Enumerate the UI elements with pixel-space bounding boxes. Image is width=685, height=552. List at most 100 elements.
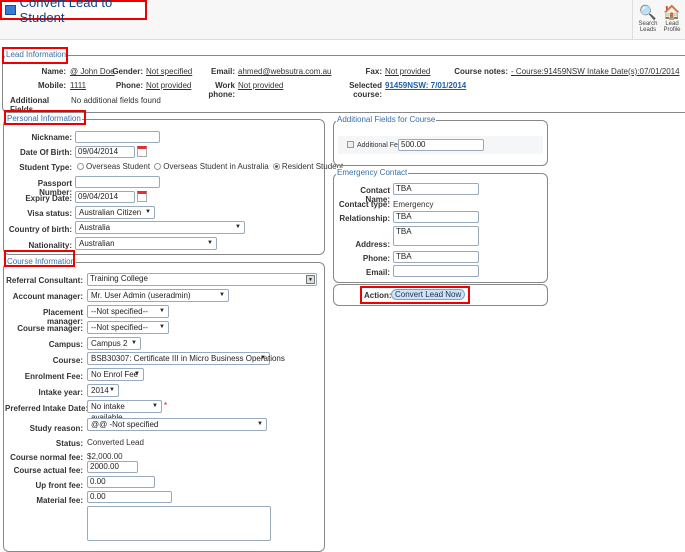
addfields-fee-l-text: Additional Fee xyxy=(357,142,402,149)
contact-name-input[interactable]: TBA xyxy=(393,183,479,195)
radio-resident[interactable] xyxy=(272,163,280,171)
campus-select[interactable]: Campus 2 xyxy=(87,337,141,350)
lead-selcourse-l-text: Selected course: xyxy=(349,81,382,99)
gender-value[interactable]: Not specified xyxy=(146,67,192,76)
normal-fee-value: $2,000.00 xyxy=(87,452,123,461)
personal-type-l-text: Student Type: xyxy=(19,163,72,172)
placement-manager-select[interactable]: --Not specified-- xyxy=(87,305,169,318)
material-fee-input[interactable]: 0.00 xyxy=(87,491,172,503)
course-select[interactable]: BSB30307: Certificate III in Micro Busin… xyxy=(87,352,285,365)
decor xyxy=(4,250,75,267)
course-course-l-text: Course: xyxy=(52,356,83,365)
personal-types-1-text: Overseas Student in Australia xyxy=(163,162,269,171)
course-referral-text: Training College xyxy=(90,274,148,283)
selected-course-link[interactable]: 91459NSW: 7/01/2014 xyxy=(385,81,466,90)
course-reason-l-text: Study reason: xyxy=(29,424,83,433)
work-phone-value[interactable]: Not provided xyxy=(238,81,283,90)
fax-value[interactable]: Not provided xyxy=(385,67,430,76)
nationality-select[interactable]: Australian xyxy=(75,237,217,250)
personal-types-0-text: Overseas Student xyxy=(86,162,151,171)
search-leads-button[interactable]: 🔍 Search Leads xyxy=(636,4,660,33)
special-conditions-textarea[interactable] xyxy=(87,506,271,541)
upfront-fee-input[interactable]: 0.00 xyxy=(87,476,155,488)
required-marker: * xyxy=(164,401,168,410)
personal-visa-l-text: Visa status: xyxy=(27,209,72,218)
course-year-l-text: Intake year: xyxy=(38,388,83,397)
phone-input[interactable]: TBA xyxy=(393,251,479,263)
emergency-phone-l-text: Phone: xyxy=(362,254,390,263)
course-actual-l-text: Course actual fee: xyxy=(13,466,83,475)
mobile-value[interactable]: 1111 xyxy=(70,81,86,90)
page-title: Convert Lead to Student xyxy=(0,0,147,25)
intake-year-select[interactable]: 2014 xyxy=(87,384,119,397)
emergency-rel-l-text: Relationship: xyxy=(339,214,390,223)
course-pref-l-text: Preferred Intake Date: xyxy=(5,404,89,413)
lead-profile-button[interactable]: 🏠 Lead Profile xyxy=(660,4,684,33)
contact-type-value: Emergency xyxy=(393,200,434,209)
personal-country-l-text: Country of birth: xyxy=(8,225,72,234)
visa-status-select[interactable]: Australian Citizen xyxy=(75,206,155,219)
study-reason-select[interactable]: @@ -Not specified xyxy=(87,418,267,431)
monitor-icon xyxy=(5,5,16,15)
email-input[interactable] xyxy=(393,265,479,277)
course-account-l-text: Account manager: xyxy=(12,292,83,301)
action-label-text: Action: xyxy=(364,291,392,300)
lead-email-l-text: Email: xyxy=(210,67,235,76)
personal-nickname-l-text: Nickname: xyxy=(31,133,72,142)
student-type-radios: Overseas Student Overseas Student in Aus… xyxy=(75,162,343,171)
lead-notes-l-text: Course notes: xyxy=(454,67,508,76)
header-title-text: Convert Lead to Student xyxy=(19,0,113,25)
enrolment-fee-select[interactable]: No Enrol Fee xyxy=(87,368,144,381)
lead-gender-l-text: Gender: xyxy=(112,67,143,76)
lead-fax-l-text: Fax: xyxy=(365,67,382,76)
country-of-birth-select[interactable]: Australia xyxy=(75,221,245,234)
additional-fee-checkbox[interactable] xyxy=(347,141,354,148)
lead-phone-l-text: Phone: xyxy=(115,81,143,90)
course-material-l-text: Material fee: xyxy=(36,496,83,505)
address-textarea[interactable]: TBA xyxy=(393,226,479,246)
radio-overseas-in-australia[interactable] xyxy=(154,163,162,171)
status-value: Converted Lead xyxy=(87,438,144,447)
date-of-birth-input[interactable]: 09/04/2014 xyxy=(75,146,135,158)
lead-name-l-text: Name: xyxy=(41,67,66,76)
calendar-icon[interactable] xyxy=(137,191,147,202)
lead-name-link[interactable]: @ John Doe xyxy=(70,67,115,76)
course-campus-l-text: Campus: xyxy=(48,340,83,349)
lead-mobile-l-text: Mobile: xyxy=(38,81,66,90)
emergency-type-l-text: Contact type: xyxy=(338,200,390,209)
decor xyxy=(2,47,68,64)
nickname-input[interactable] xyxy=(75,131,160,143)
house-icon: 🏠 xyxy=(663,4,681,20)
course-status-l-text: Status: xyxy=(55,439,83,448)
magnifier-icon: 🔍 xyxy=(639,4,657,20)
preferred-intake-select[interactable]: No intake available xyxy=(87,400,162,422)
email-link[interactable]: ahmed@websutra.com.au xyxy=(238,67,332,76)
header-tools-1-label2-text: Profile xyxy=(663,27,681,33)
account-manager-select[interactable]: Mr. User Admin (useradmin) xyxy=(87,289,229,302)
radio-overseas[interactable] xyxy=(77,163,84,171)
relationship-input[interactable]: TBA xyxy=(393,211,479,223)
dropdown-icon: ▼ xyxy=(306,275,315,284)
additional-fee-input[interactable]: 500.00 xyxy=(398,139,484,151)
course-notes-link[interactable]: - Course:91459NSW Intake Date(s):07/01/2… xyxy=(511,67,680,76)
emergency-email-l-text: Email: xyxy=(365,268,390,277)
personal-nat-l-text: Nationality: xyxy=(28,241,72,250)
course-enrol-l-text: Enrolment Fee: xyxy=(24,372,83,381)
expiry-date-input[interactable]: 09/04/2014 xyxy=(75,191,135,203)
header-tools-0-label2-text: Leads xyxy=(639,27,657,33)
passport-input[interactable] xyxy=(75,176,160,188)
convert-lead-now-button[interactable]: Convert Lead Now xyxy=(391,289,466,300)
addfields-legend-text: Additional Fields for Course xyxy=(336,115,437,124)
referral-consultant-select[interactable]: Training College ▼ xyxy=(87,273,317,286)
lead-work-l-text: Work phone: xyxy=(208,81,235,99)
course-manager-select[interactable]: --Not specified-- xyxy=(87,321,169,334)
course-referral-l-text: Referral Consultant: xyxy=(6,276,83,285)
lead-addf-text: No additional fields found xyxy=(71,96,161,105)
calendar-icon[interactable] xyxy=(137,146,147,157)
personal-dob-l-text: Date Of Birth: xyxy=(20,148,72,157)
decor xyxy=(4,110,86,125)
decor xyxy=(632,0,633,40)
phone-value[interactable]: Not provided xyxy=(146,81,191,90)
emergency-addr-l-text: Address: xyxy=(355,240,390,249)
actual-fee-input[interactable]: 2000.00 xyxy=(87,461,138,473)
